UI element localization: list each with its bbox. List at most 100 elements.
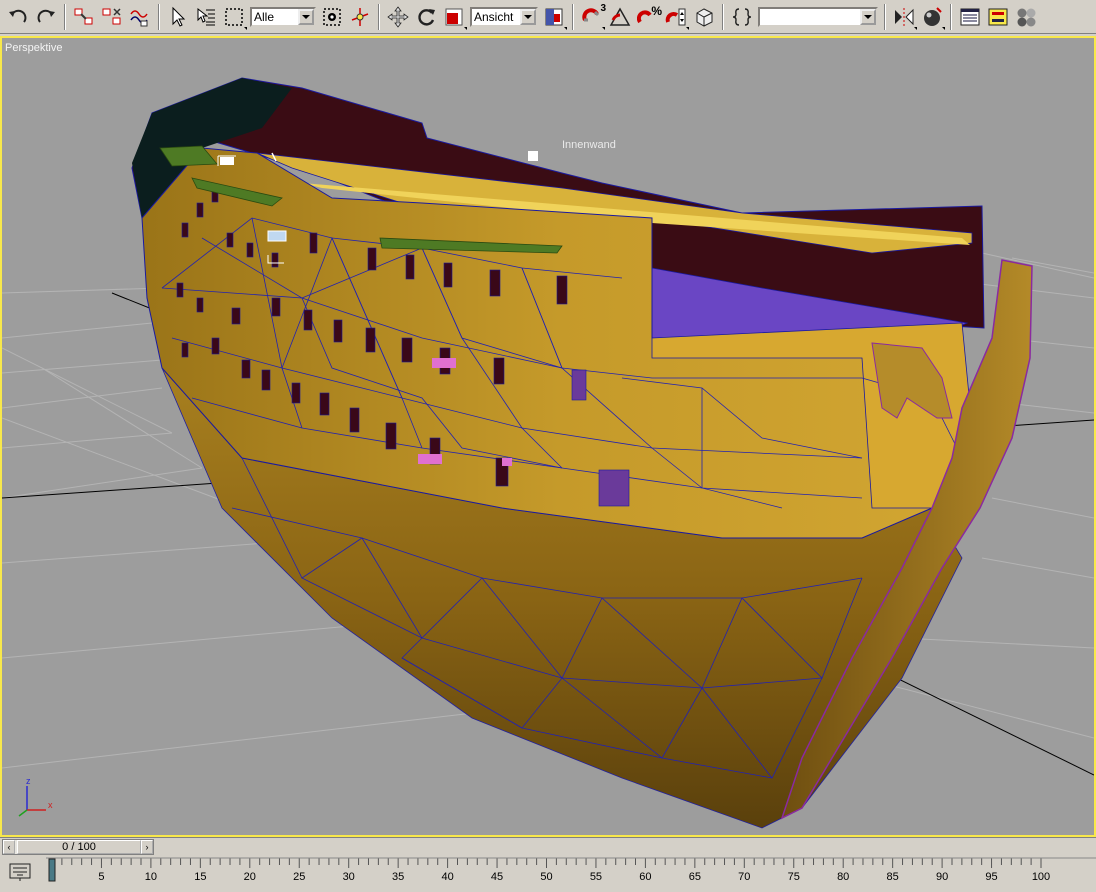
current-frame-marker[interactable] xyxy=(48,858,56,882)
cursor-arrow-icon xyxy=(172,6,186,27)
edit-named-selection-icon xyxy=(732,7,752,26)
axis-z-label: z xyxy=(26,776,31,786)
ruler-label: 80 xyxy=(837,871,849,883)
spinner-snap-toggle-button[interactable] xyxy=(662,3,690,31)
track-bar[interactable]: 5 10 15 20 25 30 35 40 45 50 55 60 65 70 75 80 85 90 95 100 xyxy=(0,856,1096,892)
axis-x-label: x xyxy=(48,800,53,810)
timeline-ruler[interactable]: 5 10 15 20 25 30 35 40 45 50 55 60 65 70 75 80 85 90 95 100 xyxy=(46,856,1096,886)
redo-button[interactable] xyxy=(32,3,60,31)
selection-filter-value: Alle xyxy=(254,9,275,24)
ruler-label: 100 xyxy=(1032,871,1050,883)
selection-cube-icon xyxy=(696,7,713,27)
rectangular-selection-region-button[interactable] xyxy=(220,3,248,31)
edit-named-selection-button[interactable] xyxy=(728,3,756,31)
viewport-label[interactable]: Perspektive xyxy=(5,42,62,54)
select-and-manipulate-button[interactable] xyxy=(346,3,374,31)
align-button[interactable] xyxy=(918,3,946,31)
material-spheres-icon xyxy=(1017,8,1036,26)
select-and-rotate-button[interactable] xyxy=(412,3,440,31)
perspective-viewport[interactable]: Perspektive Innenwand x z xyxy=(0,36,1096,837)
track-view-button[interactable] xyxy=(956,3,984,31)
curve-editor-icon xyxy=(9,863,31,881)
ruler-label: 75 xyxy=(788,871,800,883)
chevron-down-icon xyxy=(520,8,536,25)
percent-snap-toggle-button[interactable]: % xyxy=(634,3,662,31)
reference-coordinate-value: Ansicht xyxy=(474,9,514,24)
toolbar-separator xyxy=(158,3,160,30)
angle-snap-toggle-button[interactable] xyxy=(606,3,634,31)
chevron-right-icon: › xyxy=(145,842,149,852)
percent-snap-label: % xyxy=(651,3,662,18)
ruler-label: 25 xyxy=(293,871,305,883)
select-by-name-button[interactable] xyxy=(192,3,220,31)
use-pivot-center-button[interactable] xyxy=(540,3,568,31)
track-view-icon xyxy=(960,8,980,25)
ruler-label: 50 xyxy=(540,871,552,883)
chevron-down-icon xyxy=(298,8,314,25)
dashed-rectangle-icon xyxy=(225,7,243,26)
bind-to-space-warp-button[interactable] xyxy=(126,3,154,31)
rotate-icon xyxy=(418,8,435,26)
redo-icon xyxy=(37,9,55,23)
time-slider-thumb[interactable]: 0 / 100 xyxy=(17,840,141,854)
time-slider-bar: ‹ 0 / 100 › xyxy=(0,837,1096,856)
time-slider[interactable]: ‹ 0 / 100 › xyxy=(2,839,154,855)
ruler-label: 85 xyxy=(887,871,899,883)
ruler-label: 15 xyxy=(194,871,206,883)
chevron-left-icon: ‹ xyxy=(7,842,11,852)
reference-coordinate-dropdown[interactable]: Ansicht xyxy=(470,6,538,27)
main-toolbar: Alle Ansicht 3 % xyxy=(0,0,1096,34)
schematic-view-button[interactable] xyxy=(984,3,1012,31)
viewport-scene xyxy=(2,77,1094,829)
list-select-icon xyxy=(197,7,215,25)
ruler-label: 40 xyxy=(441,871,453,883)
select-and-scale-button[interactable] xyxy=(440,3,468,31)
select-and-move-button[interactable] xyxy=(384,3,412,31)
named-selection-dropdown[interactable] xyxy=(758,6,878,27)
toolbar-separator xyxy=(572,3,574,30)
spinner-snap-icon xyxy=(665,8,686,25)
link-icon xyxy=(74,8,93,24)
select-object-button[interactable] xyxy=(164,3,192,31)
ruler-label: 65 xyxy=(689,871,701,883)
material-editor-button[interactable] xyxy=(1012,3,1040,31)
align-sphere-icon xyxy=(924,6,942,26)
open-mini-curve-editor-button[interactable] xyxy=(6,860,34,884)
chevron-down-icon xyxy=(860,8,876,25)
selection-filter-dropdown[interactable]: Alle xyxy=(250,6,316,27)
angle-snap-icon xyxy=(609,6,631,26)
unlink-icon xyxy=(102,7,121,24)
snaps-toggle-button[interactable]: 3 xyxy=(578,3,606,31)
unlink-selection-button[interactable] xyxy=(98,3,126,31)
manipulate-icon xyxy=(351,7,369,26)
scale-icon xyxy=(445,8,463,25)
ruler-label: 45 xyxy=(491,871,503,883)
mirror-icon xyxy=(895,7,914,26)
pivot-center-icon xyxy=(545,8,563,25)
ruler-label: 5 xyxy=(98,871,104,883)
ruler-label: 10 xyxy=(145,871,157,883)
ruler-label: 30 xyxy=(343,871,355,883)
ruler-label: 20 xyxy=(244,871,256,883)
ruler-label: 55 xyxy=(590,871,602,883)
next-frame-button[interactable]: › xyxy=(141,840,153,854)
space-warp-icon xyxy=(130,9,148,26)
select-and-link-button[interactable] xyxy=(70,3,98,31)
ruler-label: 60 xyxy=(639,871,651,883)
previous-frame-button[interactable]: ‹ xyxy=(3,840,15,854)
ruler-label: 95 xyxy=(985,871,997,883)
mirror-button[interactable] xyxy=(890,3,918,31)
toolbar-separator xyxy=(64,3,66,30)
schematic-view-icon xyxy=(988,8,1008,25)
toolbar-separator xyxy=(884,3,886,30)
window-crossing-icon xyxy=(323,7,341,26)
toolbar-separator xyxy=(722,3,724,30)
undo-button[interactable] xyxy=(4,3,32,31)
toolbar-separator xyxy=(378,3,380,30)
move-arrows-icon xyxy=(387,5,409,28)
ruler-label: 70 xyxy=(738,871,750,883)
toolbar-separator xyxy=(950,3,952,30)
named-selection-sets-button[interactable] xyxy=(690,3,718,31)
axis-tripod xyxy=(18,786,46,817)
window-crossing-toggle-button[interactable] xyxy=(318,3,346,31)
